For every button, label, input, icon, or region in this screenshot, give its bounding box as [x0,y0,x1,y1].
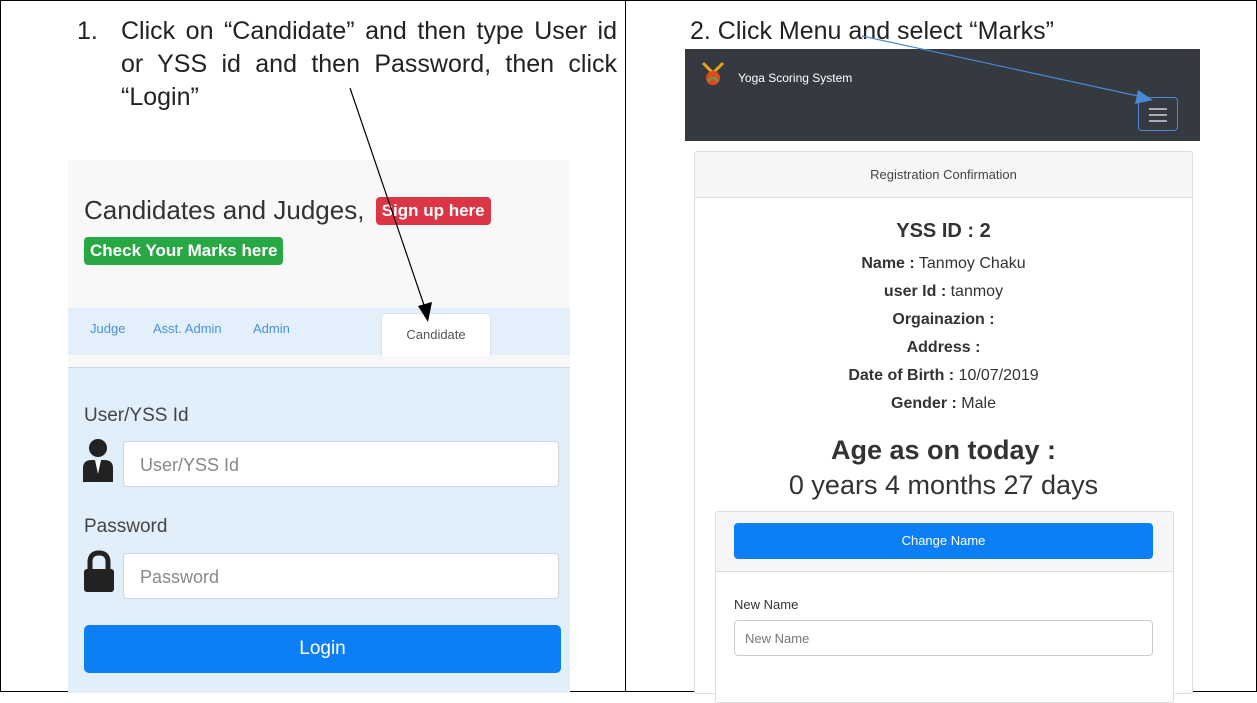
candidate-arrow-head [418,302,432,322]
menu-arrow-head [1135,90,1153,104]
menu-arrow-line [861,35,1139,97]
annotation-arrows [349,35,1153,322]
candidate-arrow-line [349,87,426,309]
